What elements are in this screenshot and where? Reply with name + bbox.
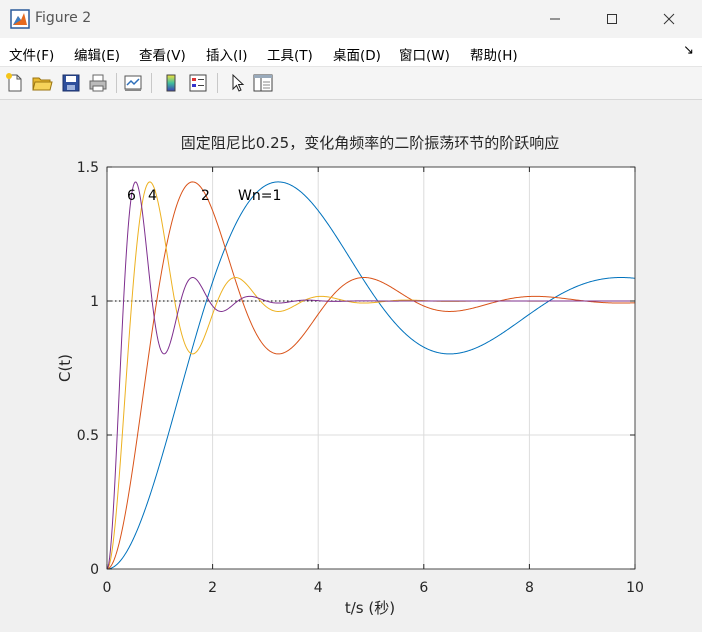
new-figure-icon[interactable]	[4, 72, 26, 94]
edit-plot-arrow-icon[interactable]	[226, 72, 248, 94]
menu-window[interactable]: 窗口(W)	[399, 44, 450, 64]
matlab-icon	[10, 9, 30, 29]
maximize-icon	[607, 14, 617, 24]
print-icon[interactable]	[87, 72, 109, 94]
menu-desktop[interactable]: 桌面(D)	[333, 44, 381, 64]
property-inspector-icon[interactable]	[252, 72, 274, 94]
menu-tools[interactable]: 工具(T)	[267, 44, 313, 64]
y-tick-label: 0.5	[77, 428, 99, 444]
minimize-icon	[550, 18, 560, 20]
insert-legend-icon[interactable]	[187, 72, 209, 94]
axes-background	[107, 167, 635, 569]
menu-insert[interactable]: 插入(I)	[206, 44, 248, 64]
menu-bar: 文件(F) 编辑(E) 查看(V) 插入(I) 工具(T) 桌面(D) 窗口(W…	[0, 38, 702, 67]
minimize-button[interactable]	[532, 4, 578, 34]
open-file-icon[interactable]	[31, 72, 53, 94]
y-tick-labels: 0 0.5 1 1.5	[77, 160, 99, 578]
menu-view[interactable]: 查看(V)	[139, 44, 186, 64]
annotation-wn6: 6	[127, 188, 136, 204]
y-tick-label: 1	[90, 294, 99, 310]
x-axis-label: t/s (秒)	[345, 599, 395, 617]
maximize-button[interactable]	[589, 4, 635, 34]
step-response-plot[interactable]: 0 2 4 6 8 10 00.511.5 固定阻尼比0.25，变化角频率的二阶振荡环节的…	[0, 100, 702, 628]
annotation-wn4: 4	[148, 188, 157, 204]
x-tick-label: 4	[314, 580, 323, 596]
annotation-wn1: Wn=1	[238, 188, 281, 204]
save-icon[interactable]	[60, 72, 82, 94]
y-tick-label: 0	[90, 562, 99, 578]
x-tick-label: 0	[103, 580, 112, 596]
menu-edit[interactable]: 编辑(E)	[74, 44, 120, 64]
figure-toolbar	[0, 67, 702, 100]
menu-file[interactable]: 文件(F)	[9, 44, 54, 64]
insert-colorbar-icon[interactable]	[160, 72, 182, 94]
dock-arrow-icon[interactable]: ↘	[683, 43, 694, 58]
window-titlebar: Figure 2	[0, 0, 702, 38]
menu-help[interactable]: 帮助(H)	[470, 44, 518, 64]
figure-canvas: 0 2 4 6 8 10 0 0.5 1 1.5 固定阻尼比0.25，变化角频率的二阶振荡环节的…	[0, 100, 702, 628]
x-tick-label: 6	[419, 580, 428, 596]
toolbar-separator	[217, 73, 218, 93]
close-icon	[663, 13, 675, 25]
window-title: Figure 2	[35, 10, 92, 26]
close-button[interactable]	[646, 4, 692, 34]
x-tick-label: 10	[626, 580, 644, 596]
x-tick-labels: 0 2 4 6 8 10	[103, 580, 644, 596]
x-tick-label: 8	[525, 580, 534, 596]
y-tick-label: 1.5	[77, 160, 99, 176]
x-tick-label: 2	[208, 580, 217, 596]
annotation-wn2: 2	[201, 188, 210, 204]
toolbar-separator	[116, 73, 117, 93]
toolbar-separator	[151, 73, 152, 93]
y-axis-label: C(t)	[56, 354, 74, 382]
link-plot-icon[interactable]	[122, 72, 144, 94]
chart-title: 固定阻尼比0.25，变化角频率的二阶振荡环节的阶跃响应	[181, 134, 559, 152]
